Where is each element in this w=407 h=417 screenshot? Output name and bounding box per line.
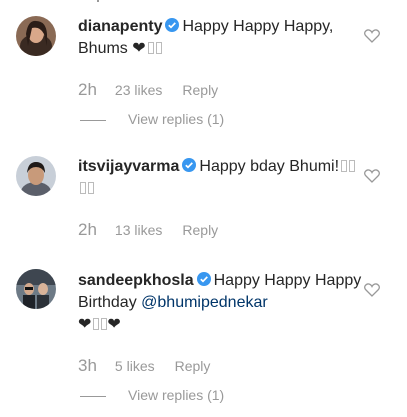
- comment-meta: 2h 23 likes Reply: [78, 80, 218, 100]
- avatar[interactable]: [16, 156, 56, 196]
- verified-badge-icon: [182, 158, 197, 172]
- verified-badge-icon: [196, 272, 211, 286]
- avatar[interactable]: [16, 16, 56, 56]
- emoji-placeholder: [88, 182, 94, 194]
- username[interactable]: dianapenty: [78, 18, 162, 35]
- avatar[interactable]: [16, 269, 56, 309]
- comment-meta: 3h 5 likes Reply: [78, 356, 210, 376]
- verified-badge-icon: [165, 18, 180, 32]
- view-replies-button[interactable]: View replies (1): [80, 111, 224, 127]
- emoji-placeholder: [93, 318, 100, 330]
- view-replies-button[interactable]: View replies (1): [80, 387, 224, 403]
- comment-meta: 2h 13 likes Reply: [78, 220, 218, 240]
- emoji-placeholder: [80, 182, 86, 194]
- reply-button[interactable]: Reply: [182, 82, 218, 98]
- emoji-placeholder: [341, 160, 348, 172]
- heart-outline-icon[interactable]: [364, 169, 380, 183]
- view-replies-label: View replies (1): [128, 111, 225, 127]
- emoji-placeholder: [349, 160, 356, 172]
- heart-emoji: ❤: [78, 316, 92, 333]
- top-divider: [0, 0, 407, 6]
- heart-outline-icon[interactable]: [364, 29, 380, 43]
- divider-line: [80, 119, 106, 121]
- mention-link[interactable]: @bhumipednekar: [141, 294, 268, 311]
- reply-button[interactable]: Reply: [175, 358, 211, 374]
- likes-count[interactable]: 23 likes: [115, 82, 162, 98]
- emoji-placeholder: [147, 42, 154, 54]
- view-replies-label: View replies (1): [128, 387, 225, 403]
- timestamp[interactable]: 3h: [78, 356, 97, 375]
- likes-count[interactable]: 5 likes: [115, 358, 155, 374]
- divider-line: [80, 395, 106, 397]
- heart-emoji: ❤: [107, 316, 121, 333]
- reply-button[interactable]: Reply: [182, 222, 218, 238]
- timestamp[interactable]: 2h: [78, 220, 97, 239]
- heart-outline-icon[interactable]: [364, 283, 380, 297]
- username[interactable]: itsvijayvarma: [78, 158, 179, 175]
- comment-text: sandeepkhosla Happy Happy Happy Birthday …: [78, 270, 363, 336]
- comment-body: Happy bday Bhumi!: [199, 158, 340, 175]
- username[interactable]: sandeepkhosla: [78, 272, 194, 289]
- timestamp[interactable]: 2h: [78, 80, 97, 99]
- likes-count[interactable]: 13 likes: [115, 222, 162, 238]
- emoji-placeholder: [155, 42, 162, 54]
- comment-text: itsvijayvarma Happy bday Bhumi!: [78, 156, 363, 200]
- heart-emoji: ❤: [132, 40, 146, 57]
- comment-text: dianapenty Happy Happy Happy, Bhums ❤: [78, 16, 363, 60]
